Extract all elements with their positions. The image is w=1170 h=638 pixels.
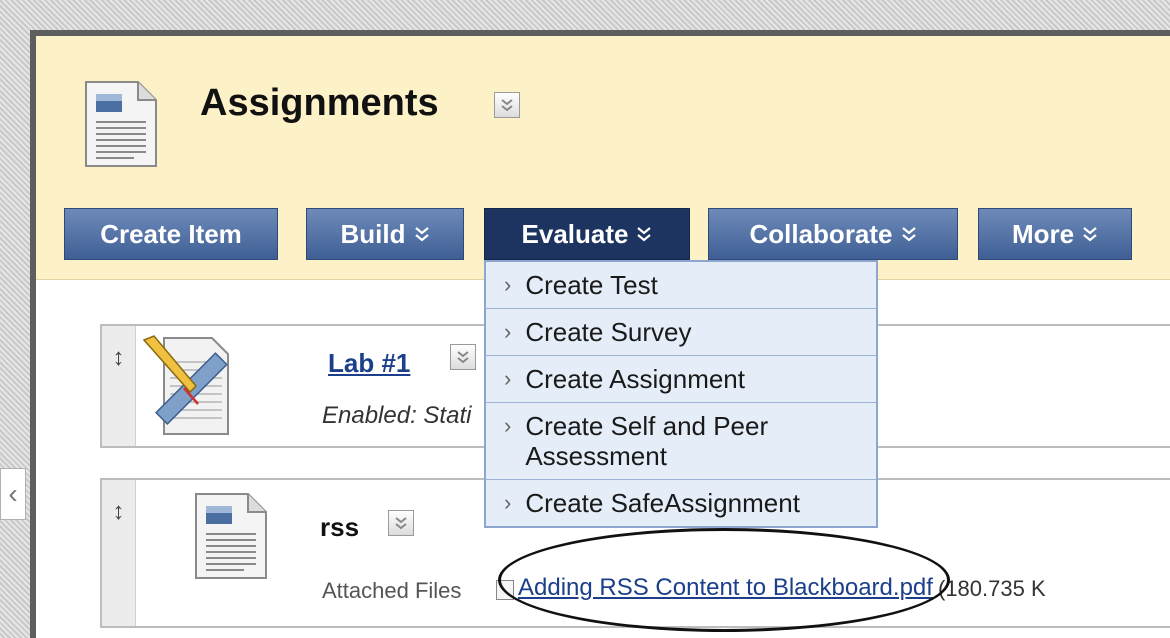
double-chevron-down-icon bbox=[457, 351, 469, 364]
chevron-right-icon: › bbox=[504, 272, 512, 297]
document-icon bbox=[194, 492, 268, 585]
double-chevron-down-icon bbox=[395, 517, 407, 530]
content-frame: Assignments Create Item Build Evaluate C… bbox=[30, 30, 1170, 638]
double-chevron-down-icon bbox=[501, 99, 513, 112]
drag-handle-icon[interactable]: ↕ bbox=[102, 480, 136, 626]
document-icon bbox=[84, 80, 158, 173]
lab1-title-link[interactable]: Lab #1 bbox=[328, 348, 410, 379]
collaborate-button[interactable]: Collaborate bbox=[708, 208, 958, 260]
evaluate-dropdown-menu: › Create Test › Create Survey › Create A… bbox=[484, 260, 878, 528]
menu-item-label: Create SafeAssignment bbox=[525, 488, 800, 518]
chevron-left-icon: ‹ bbox=[8, 478, 18, 509]
chevron-right-icon: › bbox=[504, 490, 512, 515]
rss-options-button[interactable] bbox=[388, 510, 414, 536]
evaluate-label: Evaluate bbox=[521, 218, 629, 249]
menu-item-create-assignment[interactable]: › Create Assignment bbox=[486, 356, 876, 403]
menu-item-label: Create Survey bbox=[525, 317, 692, 347]
rss-title: rss bbox=[320, 512, 360, 542]
double-chevron-down-icon bbox=[414, 227, 429, 242]
create-item-button[interactable]: Create Item bbox=[64, 208, 278, 260]
page-header: Assignments Create Item Build Evaluate C… bbox=[36, 36, 1170, 280]
menu-item-label: Create Test bbox=[525, 270, 658, 300]
file-icon bbox=[496, 580, 514, 600]
menu-item-label: Create Self and Peer Assessment bbox=[525, 411, 769, 471]
drag-handle-icon[interactable]: ↕ bbox=[102, 326, 136, 446]
chevron-right-icon: › bbox=[504, 366, 512, 391]
lab1-options-button[interactable] bbox=[450, 344, 476, 370]
menu-item-create-test[interactable]: › Create Test bbox=[486, 262, 876, 309]
menu-item-create-safeassignment[interactable]: › Create SafeAssignment bbox=[486, 480, 876, 526]
create-item-label: Create Item bbox=[100, 218, 242, 249]
menu-item-create-survey[interactable]: › Create Survey bbox=[486, 309, 876, 356]
assignment-ruler-icon bbox=[140, 334, 232, 445]
double-chevron-down-icon bbox=[1083, 227, 1097, 242]
build-label: Build bbox=[340, 218, 406, 249]
double-chevron-down-icon bbox=[901, 227, 916, 242]
evaluate-button[interactable]: Evaluate bbox=[484, 208, 690, 260]
double-chevron-down-icon bbox=[637, 227, 652, 242]
attached-file-size: (180.735 K bbox=[938, 576, 1046, 601]
lab1-status: Enabled: Stati bbox=[322, 402, 472, 429]
more-button[interactable]: More bbox=[978, 208, 1132, 260]
page-title: Assignments bbox=[200, 82, 439, 124]
collapse-panel-button[interactable]: ‹ bbox=[0, 468, 26, 520]
page-title-options-button[interactable] bbox=[494, 92, 520, 118]
collaborate-label: Collaborate bbox=[749, 218, 893, 249]
more-label: More bbox=[1011, 218, 1075, 249]
attached-file-link[interactable]: Adding RSS Content to Blackboard.pdf bbox=[518, 574, 933, 602]
chevron-right-icon: › bbox=[504, 413, 512, 438]
build-button[interactable]: Build bbox=[306, 208, 464, 260]
menu-item-create-self-peer-assessment[interactable]: › Create Self and Peer Assessment bbox=[486, 403, 876, 480]
attached-files-label: Attached Files bbox=[322, 578, 462, 603]
menu-item-label: Create Assignment bbox=[525, 364, 745, 394]
chevron-right-icon: › bbox=[504, 319, 512, 344]
